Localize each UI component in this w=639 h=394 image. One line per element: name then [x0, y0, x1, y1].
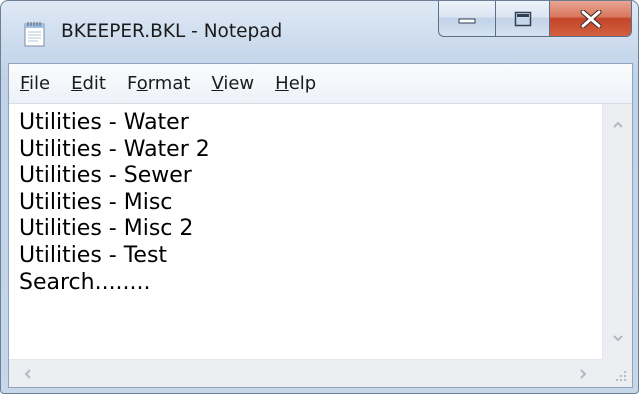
- menu-file-label: ile: [29, 73, 51, 94]
- editor-content[interactable]: Utilities - Water Utilities - Water 2 Util…: [9, 104, 602, 296]
- menu-format-label: rmat: [147, 73, 191, 94]
- menu-help[interactable]: Help: [274, 71, 317, 96]
- arrow-down-icon[interactable]: [603, 323, 633, 353]
- menu-edit-label: dit: [82, 73, 106, 94]
- client-area: File Edit Format View Help Utilities - W…: [8, 63, 633, 388]
- text-line: Utilities - Water: [19, 110, 189, 135]
- menu-format[interactable]: Format: [126, 71, 191, 96]
- menu-view-mnemonic: V: [211, 73, 224, 94]
- menu-format-prefix: F: [126, 73, 137, 94]
- menu-edit[interactable]: Edit: [70, 71, 107, 96]
- text-line: Utilities - Sewer: [19, 163, 192, 189]
- menu-help-label: elp: [288, 73, 317, 94]
- text-line: Utilities - Misc: [19, 189, 173, 215]
- notepad-window: BKEEPER.BKL - Notepad File Edit Format V…: [0, 0, 639, 394]
- menu-edit-mnemonic: E: [71, 73, 83, 94]
- text-line: Search........: [19, 269, 151, 295]
- maximize-icon: [514, 11, 532, 27]
- horizontal-scrollbar[interactable]: [9, 359, 602, 387]
- text-line: Utilities - Water 2: [19, 136, 210, 162]
- menu-view[interactable]: View: [210, 71, 255, 96]
- minimize-button[interactable]: [438, 1, 496, 37]
- close-icon: [580, 9, 602, 28]
- menu-file[interactable]: File: [19, 71, 51, 96]
- vertical-scrollbar[interactable]: [602, 104, 632, 359]
- arrow-left-icon[interactable]: [13, 360, 43, 388]
- size-grip-icon[interactable]: [602, 359, 632, 387]
- minimize-icon: [458, 14, 476, 24]
- text-line: Utilities - Misc 2: [19, 216, 194, 242]
- maximize-button[interactable]: [496, 1, 550, 37]
- text-line: Utilities - Test: [19, 242, 168, 268]
- menu-view-label: iew: [223, 73, 255, 94]
- text-editor[interactable]: Utilities - Water Utilities - Water 2 Util…: [9, 104, 602, 359]
- arrow-right-icon[interactable]: [568, 360, 598, 388]
- menu-format-mnemonic: o: [136, 73, 148, 94]
- menu-help-mnemonic: H: [275, 73, 289, 94]
- title-bar[interactable]: BKEEPER.BKL - Notepad: [1, 1, 638, 63]
- menu-bar: File Edit Format View Help: [9, 64, 632, 104]
- close-button[interactable]: [550, 1, 632, 37]
- notepad-icon[interactable]: [23, 21, 47, 47]
- window-title: BKEEPER.BKL - Notepad: [61, 21, 283, 42]
- menu-file-mnemonic: F: [20, 73, 30, 94]
- arrow-up-icon[interactable]: [603, 110, 633, 140]
- caption-buttons: [438, 1, 632, 39]
